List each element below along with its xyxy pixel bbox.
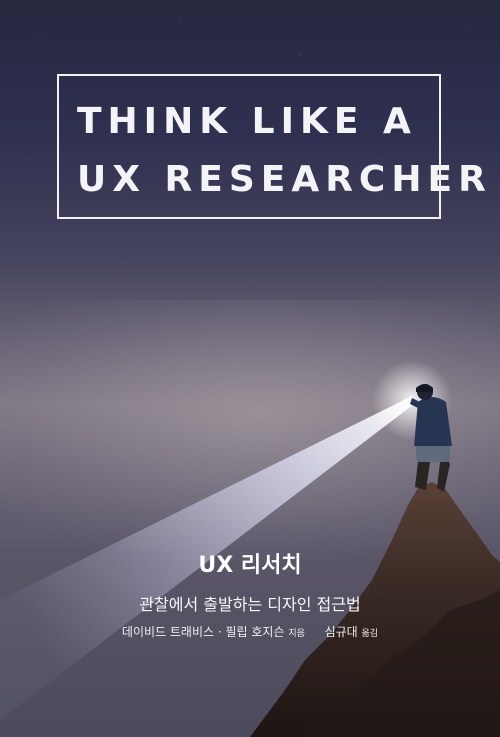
korean-title: UX 리서치 bbox=[198, 553, 302, 578]
translator-name: 심규대 bbox=[324, 625, 358, 639]
translator-role: 옮김 bbox=[361, 629, 379, 639]
english-title-line-2: UX RESEARCHER bbox=[77, 159, 492, 200]
korean-subtitle: 관찰에서 출발하는 디자인 접근법 bbox=[139, 595, 361, 614]
author-role: 지음 bbox=[288, 629, 305, 639]
english-title-line-1: THINK LIKE A bbox=[77, 101, 417, 142]
title-frame: THINK LIKE A UX RESEARCHER bbox=[57, 74, 492, 219]
author-names: 데이비드 트래비스 · 필립 호지슨 bbox=[121, 625, 285, 639]
book-cover: THINK LIKE A UX RESEARCHER UX 리서치 관찰에서 출… bbox=[0, 0, 500, 737]
credits: 데이비드 트래비스 · 필립 호지슨 지음 심규대 옮김 bbox=[0, 626, 500, 639]
